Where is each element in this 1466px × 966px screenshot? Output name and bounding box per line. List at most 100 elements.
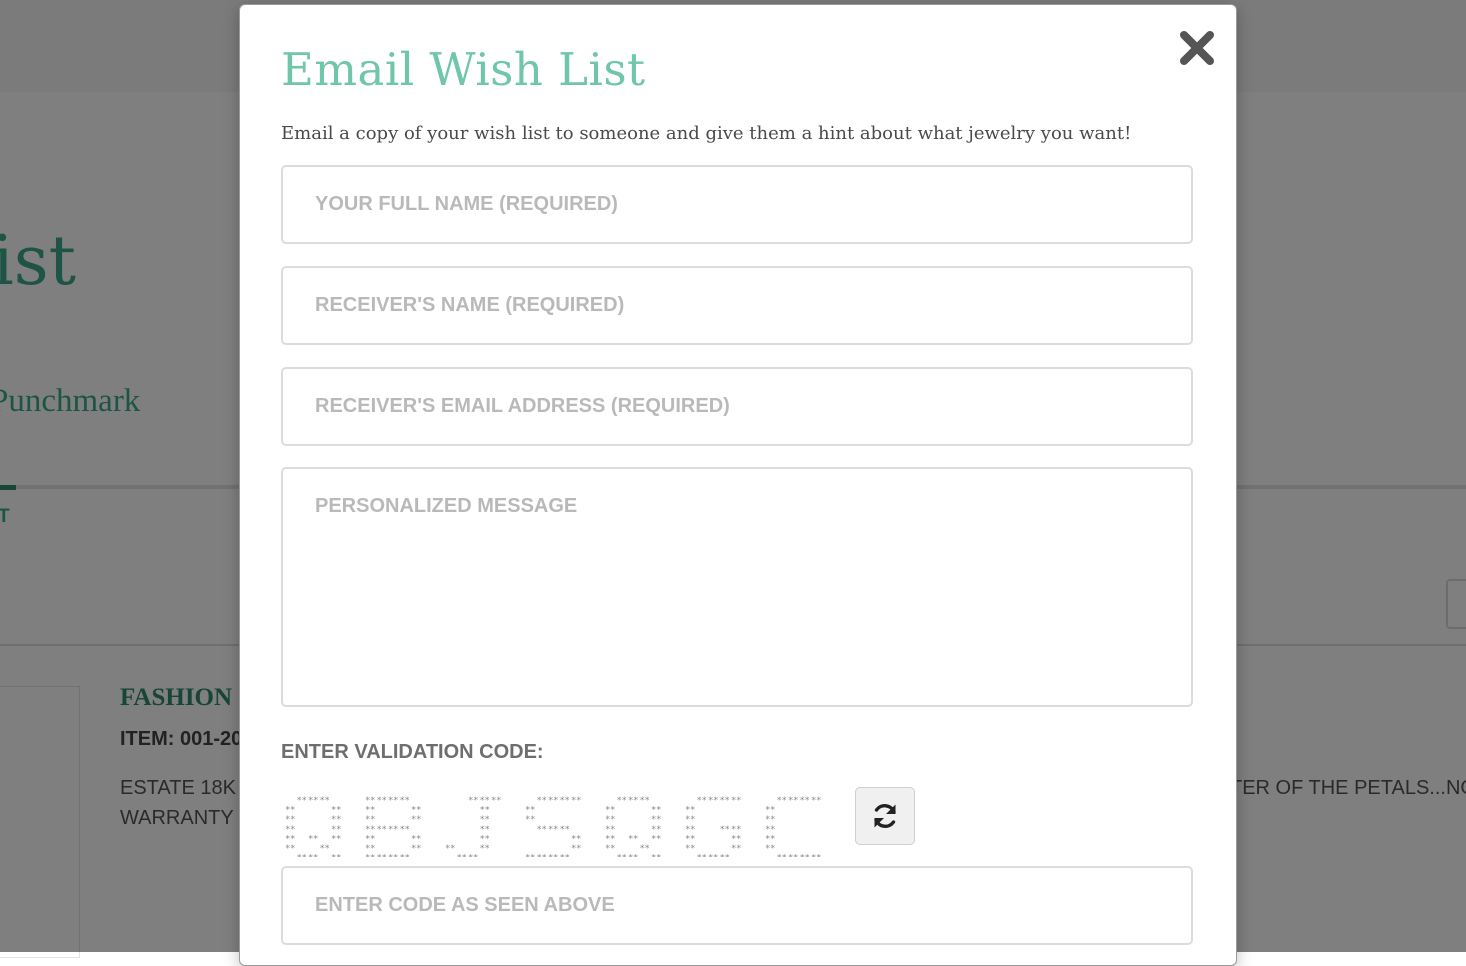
svg-text:*: *	[610, 806, 615, 816]
personalized-message-textarea[interactable]	[281, 467, 1193, 707]
svg-text:*: *	[393, 854, 398, 857]
svg-text:*: *	[313, 796, 318, 806]
modal-description: Email a copy of your wish list to someon…	[281, 123, 1132, 144]
svg-text:*: *	[770, 806, 775, 816]
refresh-icon	[874, 804, 896, 828]
modal-title: Email Wish List	[281, 43, 646, 96]
svg-text:*: *	[416, 834, 421, 844]
svg-text:*: *	[382, 854, 387, 857]
refresh-captcha-button[interactable]	[855, 787, 915, 845]
svg-text:*: *	[793, 854, 798, 857]
svg-text:*: *	[485, 844, 490, 854]
svg-text:*: *	[702, 796, 707, 806]
receiver-email-input[interactable]	[281, 367, 1193, 446]
svg-text:*: *	[690, 815, 695, 825]
svg-text:*: *	[313, 854, 318, 857]
svg-text:*: *	[816, 796, 821, 806]
svg-text:*: *	[473, 854, 478, 857]
captcha-character: ******************************	[525, 796, 581, 857]
svg-text:*: *	[702, 854, 707, 857]
svg-text:*: *	[416, 806, 421, 816]
svg-text:*: *	[416, 815, 421, 825]
svg-text:*: *	[485, 815, 490, 825]
svg-text:*: *	[645, 796, 650, 806]
svg-text:*: *	[770, 815, 775, 825]
svg-text:*: *	[816, 854, 821, 857]
svg-text:*: *	[565, 854, 570, 857]
svg-text:*: *	[542, 854, 547, 857]
captcha-character: **********************************	[605, 796, 661, 857]
svg-text:*: *	[633, 834, 638, 844]
svg-text:*: *	[725, 825, 730, 835]
svg-text:*: *	[610, 815, 615, 825]
svg-text:*: *	[336, 815, 341, 825]
svg-text:*: *	[496, 796, 501, 806]
svg-text:*: *	[290, 825, 295, 835]
svg-text:*: *	[290, 806, 295, 816]
svg-text:*: *	[736, 796, 741, 806]
svg-text:*: *	[576, 844, 581, 854]
svg-text:*: *	[393, 796, 398, 806]
svg-text:*: *	[370, 815, 375, 825]
svg-text:*: *	[530, 815, 535, 825]
close-icon[interactable]	[1178, 29, 1216, 67]
svg-text:*: *	[656, 854, 661, 857]
svg-text:*: *	[690, 834, 695, 844]
svg-text:*: *	[713, 854, 718, 857]
svg-text:*: *	[690, 844, 695, 854]
svg-text:*: *	[370, 796, 375, 806]
svg-text:*: *	[325, 844, 330, 854]
svg-text:*: *	[382, 796, 387, 806]
captcha-character: **********************	[445, 796, 501, 857]
svg-text:*: *	[610, 844, 615, 854]
svg-text:*: *	[770, 825, 775, 835]
validation-code-label: ENTER VALIDATION CODE:	[281, 741, 544, 763]
full-name-input[interactable]	[281, 165, 1193, 244]
svg-text:*: *	[542, 796, 547, 806]
validation-code-input[interactable]	[281, 866, 1193, 945]
svg-text:*: *	[290, 834, 295, 844]
svg-text:*: *	[313, 834, 318, 844]
svg-text:*: *	[302, 854, 307, 857]
svg-text:*: *	[405, 854, 410, 857]
svg-text:*: *	[736, 844, 741, 854]
svg-text:*: *	[542, 825, 547, 835]
svg-text:*: *	[770, 844, 775, 854]
svg-text:*: *	[565, 825, 570, 835]
svg-text:*: *	[656, 834, 661, 844]
svg-text:*: *	[370, 806, 375, 816]
svg-text:*: *	[576, 796, 581, 806]
svg-text:*: *	[370, 834, 375, 844]
svg-text:*: *	[793, 796, 798, 806]
svg-text:*: *	[336, 854, 341, 857]
svg-text:*: *	[462, 854, 467, 857]
svg-text:*: *	[622, 854, 627, 857]
captcha-character: ********************************	[685, 796, 741, 857]
receiver-name-input[interactable]	[281, 266, 1193, 345]
captcha-character: **************************	[765, 796, 821, 857]
svg-text:*: *	[382, 825, 387, 835]
svg-text:*: *	[770, 834, 775, 844]
svg-text:*: *	[393, 825, 398, 835]
svg-text:*: *	[370, 844, 375, 854]
svg-text:*: *	[782, 796, 787, 806]
svg-text:*: *	[610, 834, 615, 844]
svg-text:*: *	[485, 796, 490, 806]
svg-text:*: *	[325, 796, 330, 806]
svg-text:*: *	[610, 825, 615, 835]
svg-text:*: *	[336, 825, 341, 835]
svg-text:*: *	[370, 825, 375, 835]
svg-text:*: *	[553, 825, 558, 835]
svg-text:*: *	[416, 844, 421, 854]
svg-text:*: *	[473, 796, 478, 806]
svg-text:*: *	[405, 796, 410, 806]
svg-text:*: *	[725, 796, 730, 806]
svg-text:*: *	[576, 834, 581, 844]
svg-text:*: *	[336, 834, 341, 844]
svg-text:*: *	[290, 844, 295, 854]
svg-text:*: *	[736, 825, 741, 835]
svg-text:*: *	[690, 806, 695, 816]
svg-text:*: *	[405, 825, 410, 835]
svg-text:*: *	[302, 796, 307, 806]
svg-text:*: *	[553, 854, 558, 857]
